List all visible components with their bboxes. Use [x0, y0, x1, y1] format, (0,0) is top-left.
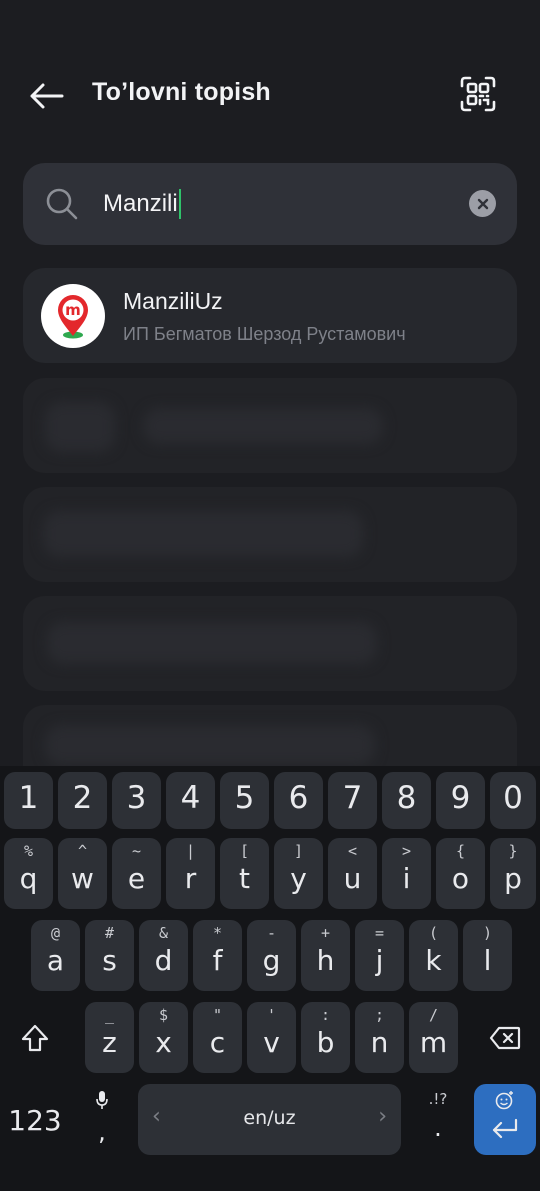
- comma-label: ,: [98, 1118, 106, 1146]
- key[interactable]: @ a: [31, 920, 80, 991]
- symbols-key[interactable]: 123: [4, 1084, 66, 1155]
- chevron-right-icon: ›: [378, 1104, 387, 1129]
- key[interactable]: ) l: [463, 920, 512, 991]
- key[interactable]: 4: [166, 772, 215, 829]
- key[interactable]: > i: [382, 838, 431, 909]
- key[interactable]: 7: [328, 772, 377, 829]
- key[interactable]: ^ w: [58, 838, 107, 909]
- key[interactable]: | r: [166, 838, 215, 909]
- merchant-logo: m: [41, 284, 105, 348]
- key[interactable]: ' v: [247, 1002, 296, 1073]
- emoji-icon: [495, 1091, 513, 1110]
- letter-row-2: @ a # s & d * f -g + h = j (k ) l: [0, 920, 540, 991]
- letter-row-3: _ z $ x " c ' v :b ; n / m: [0, 1002, 540, 1073]
- arrow-left-icon: [30, 83, 64, 109]
- qr-code-icon: [460, 76, 496, 112]
- key[interactable]: 3: [112, 772, 161, 829]
- key[interactable]: (k: [409, 920, 458, 991]
- key[interactable]: ; n: [355, 1002, 404, 1073]
- key[interactable]: -g: [247, 920, 296, 991]
- shift-icon: [21, 1024, 49, 1051]
- enter-arrow-icon: [492, 1118, 518, 1139]
- key[interactable]: 5: [220, 772, 269, 829]
- key[interactable]: # s: [85, 920, 134, 991]
- period-hint: .!?: [428, 1090, 448, 1108]
- period-label: .: [434, 1114, 442, 1142]
- number-row: 1 2 3 4 5 6 7 8 9 0: [0, 772, 540, 832]
- result-subtitle: ИП Бегматов Шерзод Рустамович: [123, 324, 406, 344]
- search-input-value: Manzili: [103, 190, 178, 217]
- key[interactable]: _ z: [85, 1002, 134, 1073]
- logo-letter: m: [65, 301, 81, 319]
- language-label: en/uz: [243, 1107, 296, 1129]
- key[interactable]: $ x: [139, 1002, 188, 1073]
- space-key[interactable]: ‹ en/uz ›: [138, 1084, 401, 1155]
- result-title: ManziliUz: [123, 288, 223, 314]
- qr-scan-button[interactable]: [452, 68, 504, 120]
- key[interactable]: = j: [355, 920, 404, 991]
- clear-search-button[interactable]: [469, 190, 496, 217]
- back-button[interactable]: [22, 74, 70, 118]
- key[interactable]: + h: [301, 920, 350, 991]
- key[interactable]: * f: [193, 920, 242, 991]
- loading-placeholder: [23, 378, 517, 473]
- backspace-key[interactable]: [474, 1002, 536, 1073]
- key[interactable]: } p: [490, 838, 536, 909]
- loading-placeholder: [23, 487, 517, 582]
- key[interactable]: & d: [139, 920, 188, 991]
- search-field[interactable]: Manzili: [23, 163, 517, 245]
- key[interactable]: 6: [274, 772, 323, 829]
- key[interactable]: 8: [382, 772, 431, 829]
- on-screen-keyboard: 1 2 3 4 5 6 7 8 9 0 % q ^ w ~ e | r [t ] y < u…: [0, 766, 540, 1191]
- key[interactable]: 0: [490, 772, 536, 829]
- microphone-icon: [96, 1091, 108, 1109]
- enter-key[interactable]: [474, 1084, 536, 1155]
- page-title: To’lovni topish: [92, 78, 271, 106]
- map-pin-logo-icon: m: [58, 295, 88, 339]
- key[interactable]: :b: [301, 1002, 350, 1073]
- key[interactable]: " c: [193, 1002, 242, 1073]
- backspace-icon: [489, 1026, 521, 1049]
- search-icon: [46, 188, 78, 220]
- search-result-item[interactable]: m ManziliUz ИП Бегматов Шерзод Рустамови…: [23, 268, 517, 363]
- key[interactable]: / m: [409, 1002, 458, 1073]
- comma-voice-key[interactable]: ,: [76, 1084, 128, 1155]
- period-key[interactable]: .!? .: [412, 1084, 464, 1155]
- key[interactable]: % q: [4, 838, 53, 909]
- key[interactable]: 2: [58, 772, 107, 829]
- key[interactable]: < u: [328, 838, 377, 909]
- key[interactable]: 9: [436, 772, 485, 829]
- letter-row-1: % q ^ w ~ e | r [t ] y < u > i {o } p: [0, 838, 540, 909]
- text-caret: [178, 189, 181, 219]
- search-input[interactable]: Manzili: [103, 183, 181, 225]
- shift-key[interactable]: [4, 1002, 66, 1073]
- top-bar: To’lovni topish: [0, 60, 540, 132]
- key[interactable]: ~ e: [112, 838, 161, 909]
- symbols-key-label: 123: [8, 1104, 62, 1137]
- key[interactable]: {o: [436, 838, 485, 909]
- loading-placeholder: [23, 596, 517, 691]
- close-icon: [477, 198, 488, 209]
- key[interactable]: [t: [220, 838, 269, 909]
- key[interactable]: ] y: [274, 838, 323, 909]
- key[interactable]: 1: [4, 772, 53, 829]
